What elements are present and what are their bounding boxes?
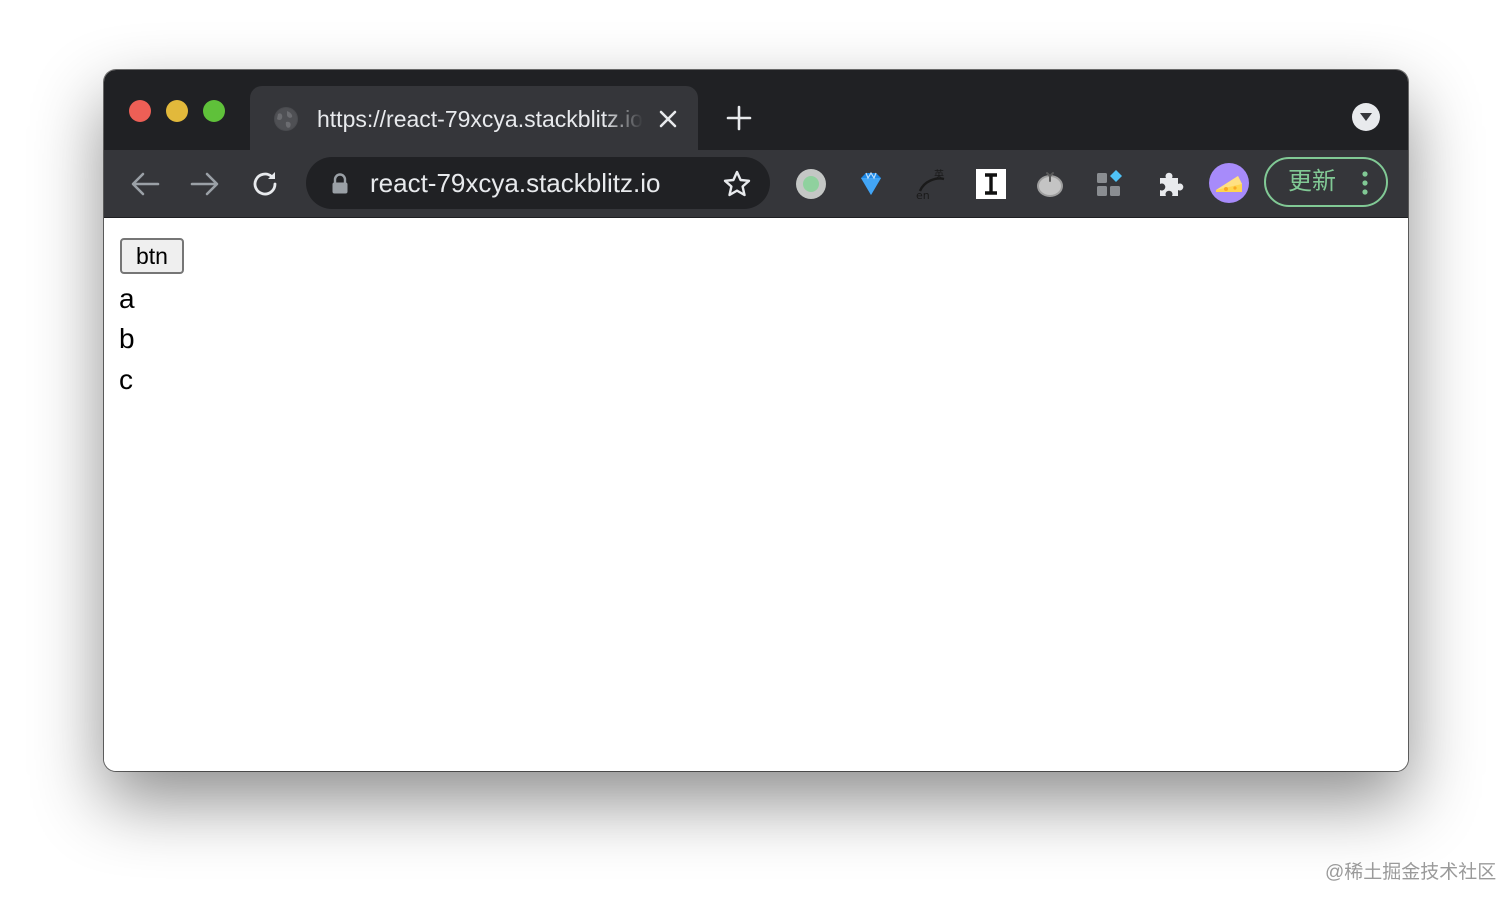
close-tab-icon[interactable] <box>654 105 682 133</box>
more-vertical-icon[interactable] <box>1360 169 1370 197</box>
back-arrow-icon[interactable] <box>128 167 162 201</box>
new-tab-plus-icon[interactable] <box>721 100 757 136</box>
address-bar[interactable]: react-79xcya.stackblitz.io <box>306 157 770 209</box>
bookmark-star-icon[interactable] <box>722 169 752 199</box>
window-minimize-button[interactable] <box>166 100 188 122</box>
cheese-avatar-icon[interactable] <box>1209 163 1249 203</box>
reload-icon[interactable] <box>248 167 282 201</box>
svg-text:英: 英 <box>934 168 944 181</box>
lock-icon[interactable] <box>330 173 350 195</box>
instapaper-extension-icon[interactable] <box>974 167 1008 201</box>
page-btn-button[interactable]: btn <box>120 238 184 274</box>
browser-toolbar: react-79xcya.stackblitz.io en 英 更新 <box>104 150 1408 218</box>
tab-title: https://react-79xcya.stackblitz.io <box>317 106 643 132</box>
circle-extension-icon[interactable] <box>794 167 828 201</box>
update-label: 更新 <box>1288 168 1336 195</box>
page-content: btn a b c <box>104 218 1408 771</box>
browser-tab-active[interactable]: https://react-79xcya.stackblitz.io <box>250 86 698 150</box>
list-item: c <box>119 364 133 395</box>
list-item: a <box>119 283 135 314</box>
url-text[interactable]: react-79xcya.stackblitz.io <box>370 167 660 199</box>
puzzle-extensions-icon[interactable] <box>1153 167 1187 201</box>
update-chrome-button[interactable]: 更新 <box>1264 157 1388 207</box>
window-maximize-button[interactable] <box>203 100 225 122</box>
juejin-watermark: @稀土掘金技术社区 <box>1325 862 1497 883</box>
svg-text:en: en <box>916 189 930 201</box>
tab-strip: https://react-79xcya.stackblitz.io <box>104 70 1408 150</box>
globe-icon <box>274 107 298 131</box>
tab-search-chevron-icon[interactable] <box>1352 103 1380 131</box>
tomato-extension-icon[interactable] <box>1033 167 1067 201</box>
translate-extension-icon[interactable]: en 英 <box>914 167 948 201</box>
browser-window: https://react-79xcya.stackblitz.io react… <box>104 70 1408 771</box>
gem-extension-icon[interactable] <box>854 167 888 201</box>
apps-extension-icon[interactable] <box>1093 167 1127 201</box>
forward-arrow-icon[interactable] <box>188 167 222 201</box>
list-item: b <box>119 323 135 354</box>
window-close-button[interactable] <box>129 100 151 122</box>
